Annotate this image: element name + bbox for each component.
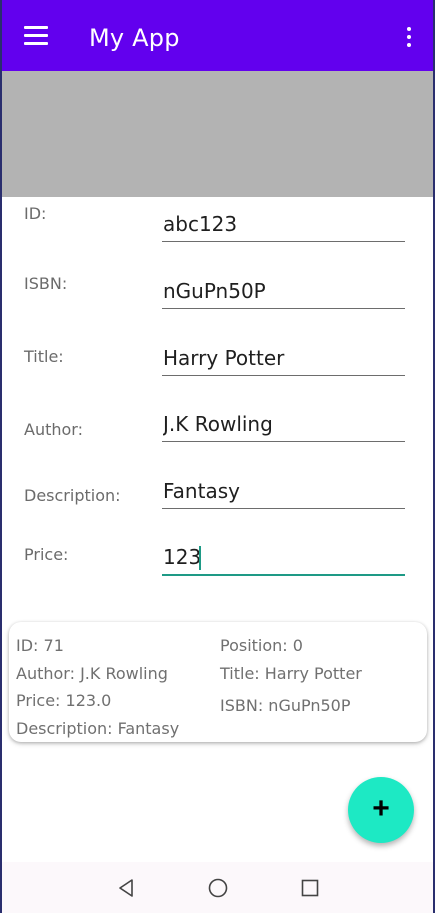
form-row-description: Description: [2, 468, 433, 528]
add-icon: + [372, 792, 390, 825]
id-field[interactable] [162, 208, 405, 242]
form-row-price: Price: [2, 535, 433, 595]
add-button[interactable]: + [348, 777, 414, 843]
form-row-title: Title: [2, 334, 433, 394]
app-bar: My App [2, 0, 433, 71]
card-author: Author: J.K Rowling [16, 664, 168, 683]
card-description: Description: Fantasy [16, 719, 180, 738]
price-label: Price: [24, 545, 69, 564]
card-position: Position: 0 [220, 636, 303, 655]
app-screen: My App ID: ISBN: Title: Author: Descript… [2, 0, 433, 913]
back-icon[interactable] [115, 877, 137, 899]
isbn-field[interactable] [162, 275, 405, 309]
more-vert-icon[interactable] [405, 27, 413, 47]
title-field[interactable] [162, 342, 405, 376]
card-id: ID: 71 [16, 636, 64, 655]
form-row-author: Author: [2, 401, 433, 461]
home-icon[interactable] [207, 877, 229, 899]
app-title: My App [89, 24, 180, 52]
author-field[interactable] [162, 408, 405, 442]
form-row-id: ID: [2, 200, 433, 260]
book-card[interactable]: ID: 71 Position: 0 Author: J.K Rowling T… [9, 622, 427, 742]
system-nav-bar [2, 862, 433, 913]
card-isbn: ISBN: nGuPn50P [220, 696, 351, 715]
id-label: ID: [24, 204, 47, 223]
card-title: Title: Harry Potter [220, 664, 362, 683]
text-caret [199, 546, 201, 570]
image-placeholder [2, 71, 433, 197]
form-row-isbn: ISBN: [2, 267, 433, 327]
description-label: Description: [24, 486, 121, 505]
isbn-label: ISBN: [24, 274, 68, 293]
menu-icon[interactable] [24, 26, 48, 46]
description-field[interactable] [162, 475, 405, 509]
title-label: Title: [24, 347, 64, 366]
author-label: Author: [24, 420, 83, 439]
card-price: Price: 123.0 [16, 691, 112, 710]
recents-icon[interactable] [299, 877, 321, 899]
